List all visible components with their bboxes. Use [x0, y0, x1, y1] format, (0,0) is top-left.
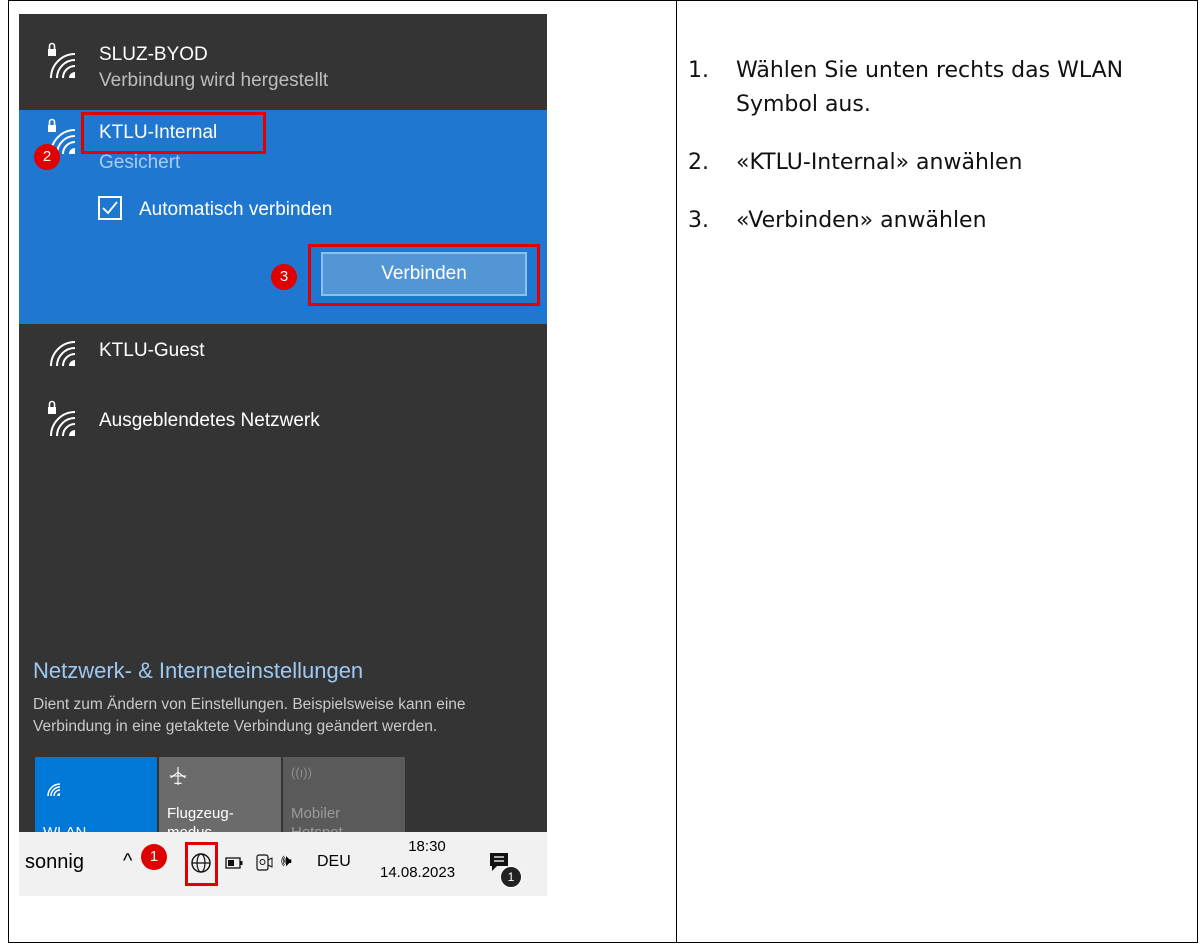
- airplane-mode-tile[interactable]: Flugzeug- modus: [159, 757, 281, 832]
- tile-label-line2: modus: [167, 823, 234, 832]
- auto-connect-label: Automatisch verbinden: [139, 199, 333, 220]
- notification-count-badge: 1: [500, 866, 522, 888]
- language-indicator[interactable]: DEU: [317, 853, 351, 871]
- highlight-network-icon: [185, 842, 218, 886]
- network-item-hidden[interactable]: Ausgeblendetes Netzwerk: [19, 394, 547, 464]
- network-item-sluz-byod[interactable]: SLUZ-BYOD Verbindung wird hergestellt: [19, 14, 547, 110]
- tile-label: WLAN: [43, 823, 86, 832]
- hotspot-icon: ((ı)): [291, 765, 312, 780]
- table-border-bottom: [8, 942, 1198, 943]
- taskbar: sonnig ^ 1 🕪 DEU 18:30 14.08.2023 1: [19, 832, 547, 896]
- wifi-secured-icon: [48, 400, 76, 437]
- camera-icon[interactable]: [255, 852, 275, 874]
- network-status: Gesichert: [99, 152, 181, 173]
- wifi-icon: [50, 341, 76, 367]
- network-flyout: SLUZ-BYOD Verbindung wird hergestellt KT…: [19, 14, 547, 832]
- step-number: 1.: [688, 58, 709, 83]
- network-name: SLUZ-BYOD: [99, 44, 208, 65]
- tile-label-line1: Flugzeug-: [167, 805, 234, 822]
- step-badge-3: 3: [271, 264, 297, 290]
- step-badge-2: 2: [34, 144, 60, 170]
- step-badge-1: 1: [141, 844, 167, 870]
- highlight-connect-button: [308, 244, 540, 306]
- table-border-top: [8, 0, 1198, 1]
- wifi-icon: [47, 783, 61, 797]
- network-settings-link[interactable]: Netzwerk- & Interneteinstellungen: [33, 658, 363, 684]
- clock-time[interactable]: 18:30: [397, 838, 457, 855]
- weather-label[interactable]: sonnig: [25, 851, 84, 874]
- network-settings-description: Dient zum Ändern von Einstellungen. Beis…: [33, 696, 466, 735]
- network-name: Ausgeblendetes Netzwerk: [99, 410, 320, 431]
- network-status: Verbindung wird hergestellt: [99, 70, 329, 91]
- wifi-secured-icon: [48, 42, 76, 79]
- tile-label: Flugzeug- modus: [167, 804, 234, 832]
- wlan-tile[interactable]: WLAN: [35, 757, 157, 832]
- auto-connect-checkbox[interactable]: [98, 196, 122, 220]
- table-column-divider: [676, 0, 677, 943]
- tile-label: Mobiler Hotspot: [291, 804, 343, 832]
- checkmark-icon: [102, 201, 118, 215]
- step-text: «Verbinden» anwählen: [736, 208, 987, 233]
- network-item-ktlu-guest[interactable]: KTLU-Guest: [19, 324, 547, 394]
- step-text: «KTLU-Internal» anwählen: [736, 150, 1023, 175]
- clock-date[interactable]: 14.08.2023: [380, 864, 455, 881]
- battery-icon[interactable]: [225, 857, 243, 869]
- network-name: KTLU-Guest: [99, 340, 205, 361]
- table-border-right: [1197, 0, 1198, 943]
- tile-label-line2: Hotspot: [291, 823, 343, 832]
- step-text: Wählen Sie unten rechts das WLAN Symbol …: [736, 58, 1124, 117]
- step-number: 3.: [688, 208, 709, 233]
- airplane-icon: [169, 766, 187, 786]
- mobile-hotspot-tile[interactable]: ((ı)) Mobiler Hotspot: [283, 757, 405, 832]
- chevron-up-icon[interactable]: ^: [123, 850, 132, 873]
- table-border-left: [8, 0, 9, 943]
- tile-label-line1: Mobiler: [291, 805, 341, 822]
- speaker-icon[interactable]: 🕪: [281, 851, 292, 871]
- highlight-network-name: [81, 112, 266, 154]
- step-number: 2.: [688, 150, 709, 175]
